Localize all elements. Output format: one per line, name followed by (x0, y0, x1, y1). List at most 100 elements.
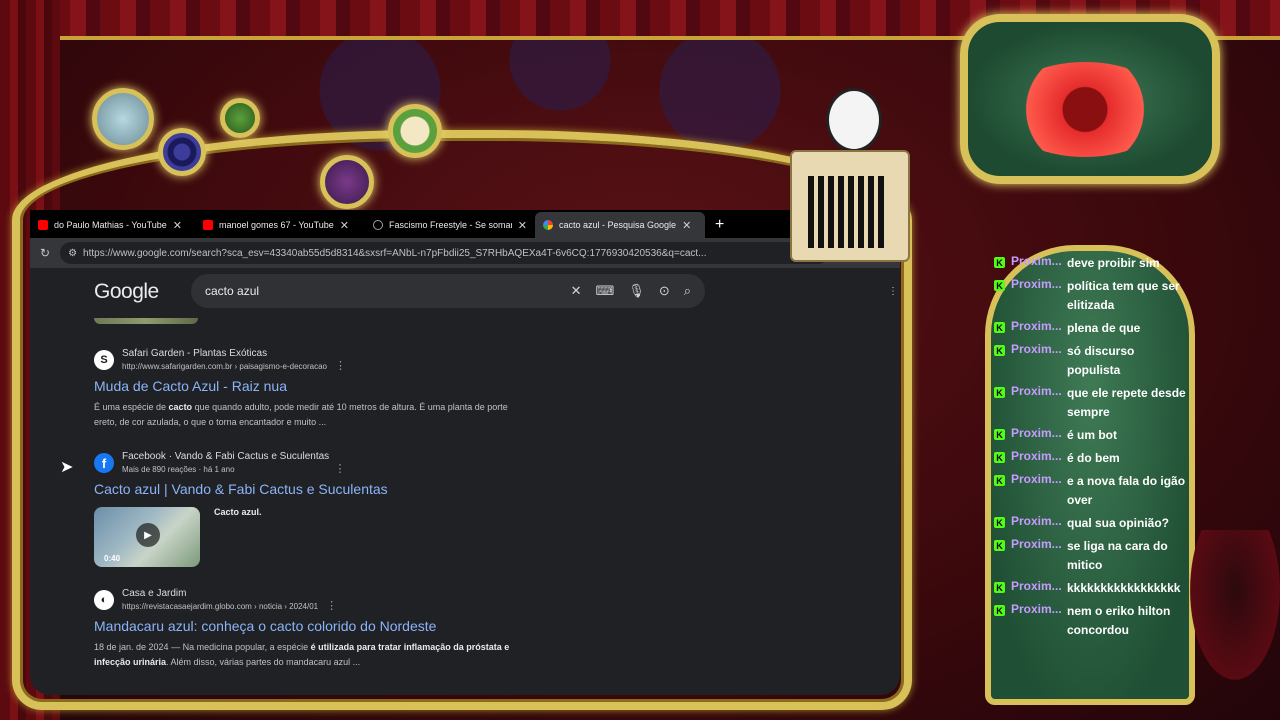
chat-text: é do bem (1067, 451, 1120, 465)
search-icon[interactable]: ⌕ (684, 283, 691, 299)
chat-username: Proxim... (1011, 514, 1061, 528)
chat-messages: K Proxim... deve proibir sim K Proxim...… (994, 254, 1188, 644)
google-logo[interactable]: Google (94, 280, 159, 304)
result-title-link[interactable]: Cacto azul | Vando & Fabi Cactus e Sucul… (94, 481, 574, 497)
tab-bar: do Paulo Mathias - YouTube ✕ manoel gome… (30, 210, 900, 238)
kick-badge-icon: K (994, 452, 1005, 463)
url-text: https://www.google.com/search?sca_esv=43… (83, 247, 707, 259)
search-result: ◐ Casa e Jardim https://revistacasaejard… (94, 588, 574, 670)
play-icon[interactable]: ▶ (136, 523, 160, 547)
safari-garden-icon: S (94, 350, 114, 370)
more-options-icon[interactable]: ⋮ (335, 360, 346, 372)
source-name: Safari Garden - Plantas Exóticas (122, 348, 268, 359)
chat-message: K Proxim... nem o eriko hilton concordou (994, 602, 1188, 640)
qr-code-icon (808, 176, 888, 248)
address-bar[interactable]: ⚙ https://www.google.com/search?sca_esv=… (60, 242, 829, 264)
tab-title: manoel gomes 67 - YouTube (219, 220, 334, 230)
new-tab-button[interactable]: + (705, 212, 734, 238)
search-box[interactable]: cacto azul ✕ ⌨ 🎙 ⊙ ⌕ (191, 274, 705, 308)
search-result: f Facebook · Vando & Fabi Cactus e Sucul… (94, 451, 574, 567)
search-input[interactable]: cacto azul (205, 284, 557, 298)
video-duration: 0:40 (104, 554, 121, 563)
site-info-icon[interactable]: ⚙ (68, 248, 77, 259)
chat-text: deve proibir sim (1067, 256, 1160, 270)
tab-title: do Paulo Mathias - YouTube (54, 220, 167, 230)
more-options-icon[interactable]: ⋮ (335, 463, 346, 475)
chat-text: só discurso populista (1067, 344, 1135, 377)
close-tab-icon[interactable]: ✕ (518, 219, 527, 232)
chat-username: Proxim... (1011, 384, 1061, 398)
kick-badge-icon: K (994, 345, 1005, 356)
result-snippet: 18 de jan. de 2024 — Na medicina popular… (94, 642, 510, 667)
avatar-badge-4 (320, 155, 374, 209)
kick-badge-icon: K (994, 540, 1005, 551)
close-tab-icon[interactable]: ✕ (340, 219, 349, 232)
mouse-cursor-icon: ➤ (60, 459, 74, 476)
avatar-badge-3 (220, 98, 260, 138)
source-meta: Mais de 890 reações · há 1 ano ⋮ (122, 463, 346, 475)
clear-icon[interactable]: ✕ (571, 283, 582, 299)
chat-message: K Proxim... deve proibir sim (994, 254, 1188, 273)
tab-fascismo-freestyle[interactable]: Fascismo Freestyle - Se somar o C ✕ (365, 212, 535, 238)
tab-youtube-paulo[interactable]: do Paulo Mathias - YouTube ✕ (30, 212, 195, 238)
chat-message: K Proxim... é do bem (994, 449, 1188, 468)
reload-icon[interactable]: ↻ (40, 246, 50, 260)
kick-badge-icon: K (994, 257, 1005, 268)
avatar-badge-2 (158, 128, 206, 176)
result-source[interactable]: ◐ Casa e Jardim https://revistacasaejard… (94, 588, 574, 612)
chat-username: Proxim... (1011, 254, 1061, 268)
kick-badge-icon: K (994, 475, 1005, 486)
google-icon (543, 220, 553, 230)
casa-jardim-icon: ◐ (94, 590, 114, 610)
close-tab-icon[interactable]: ✕ (173, 219, 182, 232)
source-name: Facebook · Vando & Fabi Cactus e Suculen… (122, 451, 330, 462)
microphone-icon[interactable]: 🎙 (628, 283, 645, 299)
chat-text: qual sua opinião? (1067, 516, 1170, 530)
tab-google-search[interactable]: cacto azul - Pesquisa Google ✕ (535, 212, 705, 238)
chat-message: K Proxim... se liga na cara do mitico (994, 537, 1188, 575)
chat-username: Proxim... (1011, 449, 1061, 463)
video-label[interactable]: Cacto azul. (214, 507, 262, 567)
source-name: Casa e Jardim (122, 588, 187, 599)
result-source[interactable]: f Facebook · Vando & Fabi Cactus e Sucul… (94, 451, 574, 475)
result-snippet: É uma espécie de cacto que quando adulto… (94, 402, 508, 427)
chat-message: K Proxim... que ele repete desde sempre (994, 384, 1188, 422)
video-result[interactable]: ▶ 0:40 Cacto azul. (94, 507, 574, 567)
youtube-icon (203, 220, 213, 230)
kick-badge-icon: K (994, 582, 1005, 593)
kick-badge-icon: K (994, 517, 1005, 528)
chat-text: se liga na cara do mitico (1067, 539, 1168, 572)
chat-text: política tem que ser elitizada (1067, 279, 1180, 312)
lens-icon[interactable]: ⊙ (659, 283, 670, 299)
tab-youtube-manoel[interactable]: manoel gomes 67 - YouTube ✕ (195, 212, 365, 238)
tab-title: Fascismo Freestyle - Se somar o C (389, 220, 512, 230)
pineapple-badge (388, 104, 442, 158)
result-source[interactable]: S Safari Garden - Plantas Exóticas http:… (94, 348, 574, 372)
keyboard-icon[interactable]: ⌨ (596, 283, 615, 299)
video-thumbnail[interactable]: ▶ 0:40 (94, 507, 200, 567)
chat-text: e a nova fala do igão over (1067, 474, 1186, 507)
address-bar-row: ↻ ⚙ https://www.google.com/search?sca_es… (30, 238, 900, 268)
kick-badge-icon: K (994, 387, 1005, 398)
chat-username: Proxim... (1011, 426, 1061, 440)
chat-message: K Proxim... só discurso populista (994, 342, 1188, 380)
apps-grid-icon[interactable]: ⋮ (888, 286, 898, 297)
chat-message: K Proxim... política tem que ser elitiza… (994, 277, 1188, 315)
result-title-link[interactable]: Muda de Cacto Azul - Raiz nua (94, 378, 574, 394)
result-title-link[interactable]: Mandacaru azul: conheça o cacto colorido… (94, 618, 574, 634)
kick-badge-icon: K (994, 605, 1005, 616)
chat-message: K Proxim... plena de que (994, 319, 1188, 338)
more-options-icon[interactable]: ⋮ (326, 600, 337, 612)
search-results-page: Google cacto azul ✕ ⌨ 🎙 ⊙ ⌕ ⋮ S Safari G… (30, 268, 900, 695)
chat-message: K Proxim... é um bot (994, 426, 1188, 445)
kick-badge-icon: K (994, 322, 1005, 333)
close-tab-icon[interactable]: ✕ (682, 219, 691, 232)
chat-text: kkkkkkkkkkkkkkkkk (1067, 581, 1181, 595)
chat-message: K Proxim... kkkkkkkkkkkkkkkkk (994, 579, 1188, 598)
previous-result-thumbnail[interactable] (94, 318, 198, 324)
chat-username: Proxim... (1011, 277, 1061, 291)
kick-badge-icon: K (994, 280, 1005, 291)
globe-icon (373, 220, 383, 230)
vampire-character (1190, 530, 1280, 680)
chat-text: nem o eriko hilton concordou (1067, 604, 1171, 637)
